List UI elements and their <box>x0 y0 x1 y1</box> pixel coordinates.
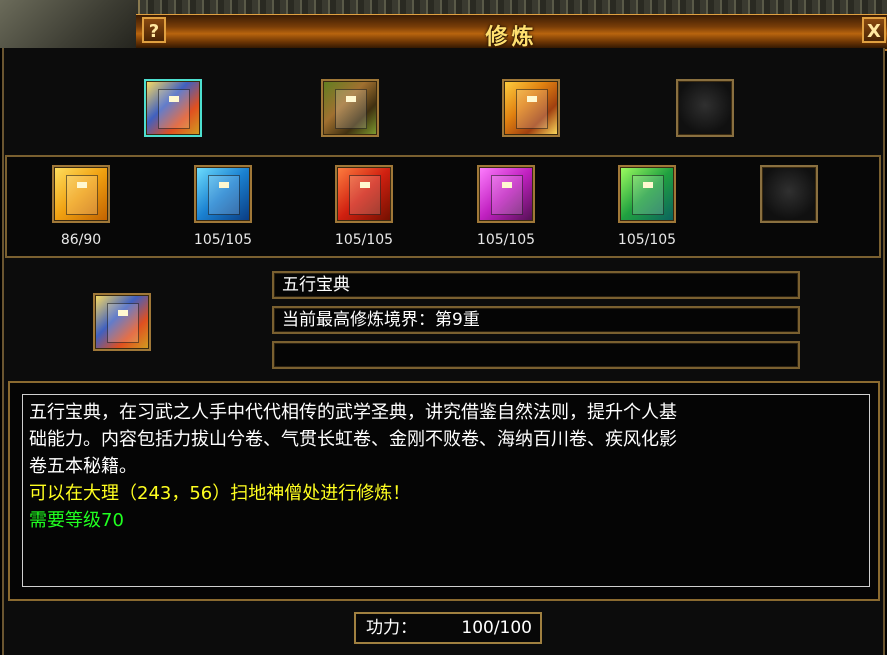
close-button[interactable]: X <box>862 17 886 43</box>
corner-ornament <box>0 0 140 48</box>
selected-book-icon <box>93 293 151 351</box>
red-book-count: 105/105 <box>334 232 394 248</box>
title-bar[interactable]: 修炼 <box>136 14 887 51</box>
gold-book-count: 86/90 <box>60 232 102 248</box>
power-label: 功力： <box>366 618 417 638</box>
books-row-panel <box>5 155 881 258</box>
pink-book-icon[interactable] <box>477 165 535 223</box>
power-value: 100/100 <box>461 618 532 638</box>
blue-book-icon[interactable] <box>194 165 252 223</box>
window-title: 修炼 <box>485 25 538 50</box>
location-text: 可以在大理（243，56）扫地神僧处进行修炼！ <box>29 483 411 504</box>
level-requirement: 需要等级70 <box>29 510 124 531</box>
empty-book-slot-icon[interactable] <box>760 165 818 223</box>
five-elements-book-icon[interactable] <box>144 79 202 137</box>
description-line: 卷五本秘籍。 <box>29 456 137 477</box>
help-button[interactable]: ? <box>142 17 166 43</box>
extra-field <box>272 341 800 369</box>
book-name-field: 五行宝典 <box>272 271 800 299</box>
power-display: 功力： 100/100 <box>354 612 542 644</box>
green-book-count: 105/105 <box>617 232 677 248</box>
empty-slot-icon[interactable] <box>676 79 734 137</box>
golden-scroll-stack-icon[interactable] <box>502 79 560 137</box>
gold-book-icon[interactable] <box>52 165 110 223</box>
red-book-icon[interactable] <box>335 165 393 223</box>
realm-field: 当前最高修炼境界：第9重 <box>272 306 800 334</box>
pink-book-count: 105/105 <box>476 232 536 248</box>
description-line: 础能力。内容包括力拔山兮卷、气贯长虹卷、金刚不败卷、海纳百川卷、疾风化影 <box>29 429 677 450</box>
blue-book-count: 105/105 <box>193 232 253 248</box>
description-text: 五行宝典，在习武之人手中代代相传的武学圣典，讲究借鉴自然法则，提升个人基 础能力… <box>22 394 870 587</box>
description-panel: 五行宝典，在习武之人手中代代相传的武学圣典，讲究借鉴自然法则，提升个人基 础能力… <box>8 381 880 601</box>
green-book-icon[interactable] <box>618 165 676 223</box>
description-line: 五行宝典，在习武之人手中代代相传的武学圣典，讲究借鉴自然法则，提升个人基 <box>29 402 677 423</box>
bamboo-scroll-icon[interactable] <box>321 79 379 137</box>
